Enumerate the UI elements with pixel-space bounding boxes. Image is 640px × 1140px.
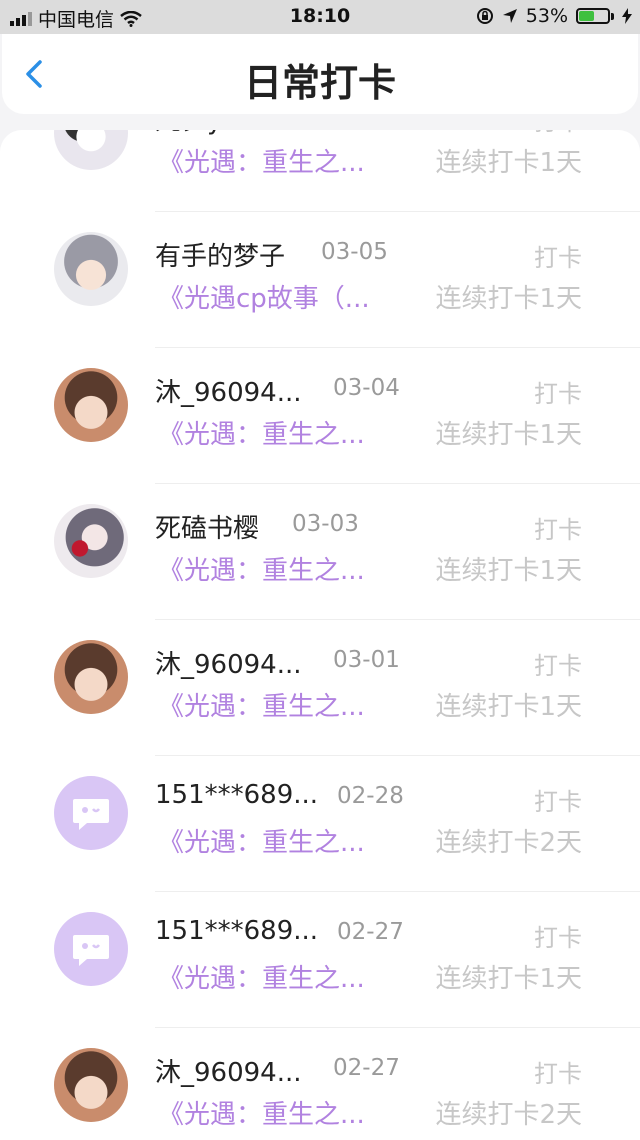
- book-title-link[interactable]: 《光遇：重生之...: [158, 1094, 365, 1131]
- checkin-label: 打卡: [534, 652, 582, 680]
- chat-bubble-icon: [73, 799, 109, 830]
- page-title: 日常打卡: [243, 61, 396, 105]
- nav-header: 日常打卡: [2, 34, 638, 114]
- user-name[interactable]: 沐_96094...: [155, 644, 302, 681]
- list-item[interactable]: 沐_96094... 03-01 《光遇：重生之... 打卡连续打卡1天: [0, 620, 640, 756]
- avatar[interactable]: [54, 912, 128, 986]
- list-item[interactable]: 九夕ys03-05《光遇：重生之...打卡连续打卡1天: [0, 130, 640, 212]
- user-name[interactable]: 死磕书樱: [155, 508, 259, 545]
- book-title-link[interactable]: 《光遇：重生之...: [158, 414, 365, 451]
- list-item[interactable]: 151***689... 02-27 《光遇：重生之... 打卡连续打卡1天: [0, 892, 640, 1028]
- avatar[interactable]: [54, 776, 128, 850]
- checkin-list: 九夕ys03-05《光遇：重生之...打卡连续打卡1天有手的梦子03-05《光遇…: [0, 130, 640, 1140]
- checkin-label: 打卡: [534, 924, 582, 952]
- location-icon: [502, 9, 517, 23]
- user-name[interactable]: 九夕ys: [155, 130, 236, 137]
- checkin-label: 打卡: [534, 244, 582, 272]
- status-right: 53%: [476, 5, 632, 27]
- book-title-link[interactable]: 《光遇：重生之...: [158, 550, 365, 587]
- avatar[interactable]: [54, 640, 128, 714]
- checkin-date: 02-28: [337, 783, 404, 809]
- list-item[interactable]: 沐_96094... 02-27 《光遇：重生之... 打卡连续打卡2天: [0, 1028, 640, 1140]
- avatar[interactable]: [54, 368, 128, 442]
- battery-icon: [576, 8, 614, 24]
- user-name[interactable]: 有手的梦子: [155, 236, 285, 273]
- checkin-date: 03-01: [333, 647, 400, 673]
- avatar[interactable]: [54, 1048, 128, 1122]
- checkin-label: 打卡: [534, 380, 582, 408]
- avatar[interactable]: [54, 130, 128, 170]
- charging-icon: [622, 8, 632, 24]
- streak-label: 连续打卡1天: [435, 692, 582, 722]
- book-title-link[interactable]: 《光遇：重生之...: [158, 142, 365, 179]
- list-item[interactable]: 沐_96094... 03-04 《光遇：重生之... 打卡连续打卡1天: [0, 348, 640, 484]
- checkin-label: 打卡: [534, 788, 582, 816]
- user-name[interactable]: 151***689...: [155, 780, 318, 810]
- battery-percent: 53%: [525, 5, 568, 27]
- book-title-link[interactable]: 《光遇：重生之...: [158, 686, 365, 723]
- user-name[interactable]: 沐_96094...: [155, 1052, 302, 1089]
- checkin-label: 打卡: [534, 516, 582, 544]
- checkin-date: 02-27: [337, 919, 404, 945]
- chat-bubble-icon: [73, 935, 109, 966]
- user-name[interactable]: 151***689...: [155, 916, 318, 946]
- streak-label: 连续打卡1天: [435, 284, 582, 314]
- avatar[interactable]: [54, 232, 128, 306]
- streak-label: 连续打卡1天: [435, 420, 582, 450]
- user-name[interactable]: 沐_96094...: [155, 372, 302, 409]
- book-title-link[interactable]: 《光遇cp故事（...: [158, 278, 370, 315]
- list-item[interactable]: 死磕书樱 03-03 《光遇：重生之... 打卡连续打卡1天: [0, 484, 640, 620]
- checkin-date: 03-05: [321, 239, 388, 265]
- list-item[interactable]: 151***689... 02-28 《光遇：重生之... 打卡连续打卡2天: [0, 756, 640, 892]
- checkin-date: 03-04: [333, 375, 400, 401]
- checkin-date: 03-03: [292, 511, 359, 537]
- streak-label: 连续打卡1天: [435, 148, 582, 178]
- book-title-link[interactable]: 《光遇：重生之...: [158, 822, 365, 859]
- checkin-date: 02-27: [333, 1055, 400, 1081]
- avatar[interactable]: [54, 504, 128, 578]
- streak-label: 连续打卡2天: [435, 828, 582, 858]
- streak-label: 连续打卡1天: [435, 964, 582, 994]
- streak-label: 连续打卡2天: [435, 1100, 582, 1130]
- checkin-label: 打卡: [534, 130, 582, 137]
- book-title-link[interactable]: 《光遇：重生之...: [158, 958, 365, 995]
- status-bar: 中国电信 18:10 53%: [0, 0, 640, 34]
- checkin-label: 打卡: [534, 1060, 582, 1088]
- list-item[interactable]: 有手的梦子 03-05 《光遇cp故事（... 打卡连续打卡1天: [0, 212, 640, 348]
- orientation-lock-icon: [476, 8, 493, 24]
- streak-label: 连续打卡1天: [435, 556, 582, 586]
